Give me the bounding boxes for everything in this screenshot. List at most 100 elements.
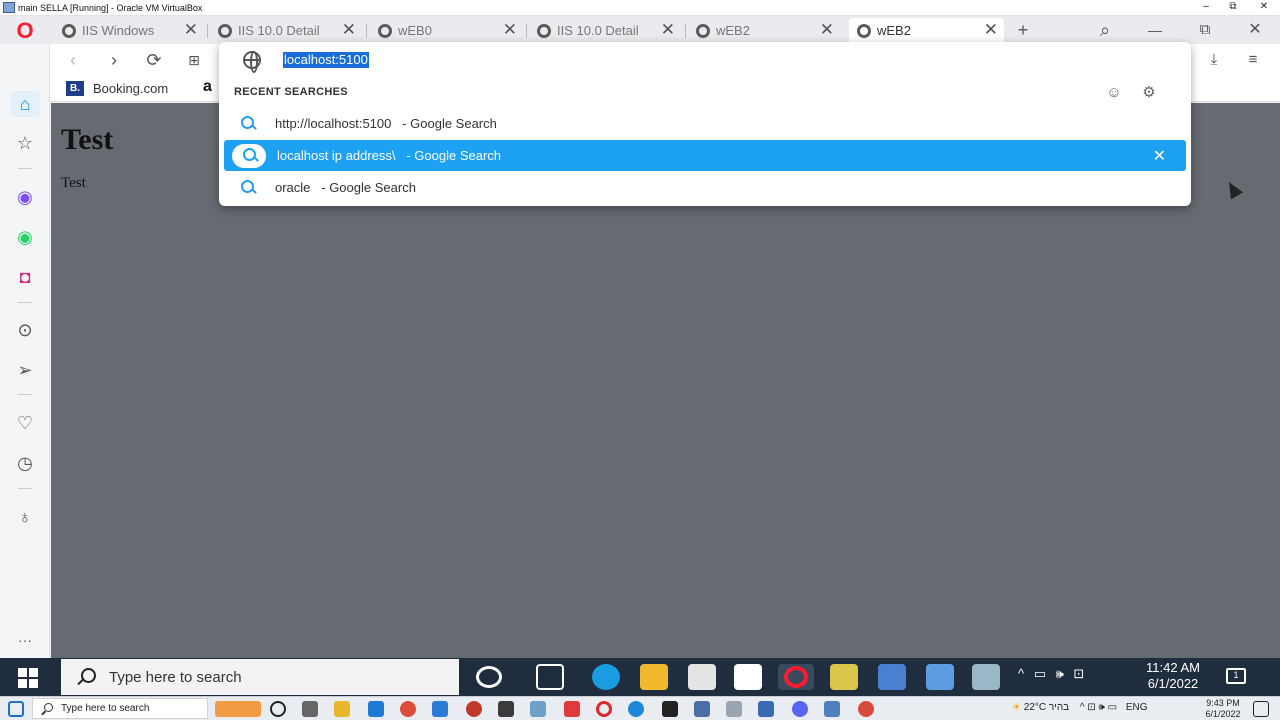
back-icon[interactable]: ‹ [61,48,85,72]
host-calculator-icon[interactable] [726,701,742,717]
host-chrome-icon[interactable] [400,701,416,717]
close-icon[interactable]: ✕ [820,20,834,40]
recent-search-item[interactable]: http://localhost:5100 - Google Search [224,108,1186,139]
task-view-icon[interactable] [536,664,564,690]
file-explorer-icon[interactable] [640,664,668,690]
host-editor-icon[interactable] [498,701,514,717]
virtualbox-icon [3,2,15,13]
easy-setup-icon[interactable]: ≡ [1241,48,1265,72]
close-icon[interactable]: ✕ [184,20,198,40]
opera-taskbar-icon[interactable] [778,664,814,690]
minimize-button[interactable]: — [1140,18,1170,42]
tab-iis-detail-1[interactable]: IIS 10.0 Detail ✕ [210,18,362,43]
restore-button[interactable]: ⧉ [1190,18,1220,42]
host-network-icon[interactable] [758,701,774,717]
instagram-icon[interactable]: ◘ [10,264,40,290]
host-banner-icon [215,701,261,717]
tab-web0[interactable]: wEB0 ✕ [370,18,523,43]
tab-grid-icon[interactable]: ⊞ [182,48,206,72]
host-app2-icon[interactable] [564,701,580,717]
download-icon[interactable]: ⤓ [1202,48,1226,72]
reload-icon[interactable]: ⟳ [142,48,166,72]
player-icon[interactable]: ⊙ [10,317,40,343]
search-icon [41,702,53,715]
new-tab-button[interactable]: + [1008,18,1038,42]
tab-web2-active[interactable]: wEB2 ✕ [849,18,1004,43]
host-window-title: main SELLA [Running] - Oracle VM Virtual… [18,2,203,13]
host-cortana-icon[interactable] [270,701,286,717]
taskbar-search-box[interactable]: Type here to search [61,659,459,695]
gear-icon[interactable]: ⚙ [1139,84,1159,102]
host-edge-icon[interactable] [628,701,644,717]
remote-desktop-icon[interactable] [926,664,954,690]
host-notification-icon[interactable] [1253,701,1269,717]
host-restore-button[interactable]: ⧉ [1219,0,1247,16]
page-text: Test [61,175,86,191]
address-input[interactable]: localhost:5100 [283,52,369,68]
speed-dial-star-icon[interactable]: ☆ [10,130,40,156]
bookmark-booking[interactable]: B. Booking.com [66,81,168,96]
send-icon[interactable]: ➢ [10,357,40,383]
host-tool-icon[interactable] [530,701,546,717]
close-icon[interactable]: ✕ [503,20,517,40]
page-heading: Test [61,123,114,156]
host-discord-icon[interactable] [792,701,808,717]
recent-search-item[interactable]: oracle - Google Search [224,172,1186,203]
emoji-icon[interactable]: ☺ [1104,84,1124,102]
tab-iis-windows[interactable]: IIS Windows ✕ [54,18,204,43]
host-folder-icon[interactable] [334,701,350,717]
host-task-view-icon[interactable] [302,701,318,717]
history-clock-icon[interactable]: ◷ [10,450,40,476]
close-window-button[interactable]: ✕ [1240,18,1270,42]
host-search-box[interactable]: Type here to search [32,698,208,719]
lightbulb-icon[interactable]: ♁ [10,504,40,530]
tab-search-icon[interactable]: ⌕ [1090,18,1120,42]
more-icon[interactable]: ··· [10,627,40,653]
search-icon [240,115,256,132]
host-start-icon[interactable] [8,701,24,717]
close-icon[interactable]: ✕ [342,20,356,40]
host-app-icon[interactable] [466,701,482,717]
windows-start-icon[interactable] [18,668,38,688]
host-box-icon[interactable] [694,701,710,717]
host-terminal-icon[interactable] [662,701,678,717]
globe-icon [537,23,551,38]
tab-web2[interactable]: wEB2 ✕ [688,18,840,43]
edge-icon[interactable] [592,664,620,690]
whatsapp-icon[interactable]: ◉ [10,224,40,250]
host-close-button[interactable]: ✕ [1250,0,1278,16]
taskbar-clock[interactable]: 11:42 AM 6/1/2022 [1132,660,1214,692]
close-icon[interactable]: ✕ [984,20,998,40]
host-minimize-button[interactable]: – [1192,0,1220,16]
host-mail-icon[interactable] [368,701,384,717]
cortana-icon[interactable] [476,666,502,688]
host-clock[interactable]: 9:43 PM 6/1/2022 [1196,698,1250,720]
recent-search-item-selected[interactable]: localhost ip address\ - Google Search ✕ [224,140,1186,171]
recent-searches-title: RECENT SEARCHES [234,86,348,98]
mail-icon[interactable] [734,664,762,690]
host-virtualbox-icon[interactable] [824,701,840,717]
system-tray[interactable]: ^ ▭ 🕪 ⊡ [1018,666,1087,682]
host-vscode-icon[interactable] [432,701,448,717]
remove-suggestion-close-icon[interactable]: ✕ [1153,146,1166,166]
opera-menu-icon[interactable]: O [13,20,37,42]
network-computers-icon[interactable] [878,664,906,690]
host-chrome2-icon[interactable] [858,701,874,717]
globe-icon [857,23,871,38]
store-icon[interactable] [688,664,716,690]
host-opera-icon[interactable] [596,701,612,717]
bookmark-amazon[interactable]: a [203,78,212,96]
host-system-tray[interactable]: ☀ 22°C בהיר ^ ⊡ 🕪 ▭ ENG [1012,702,1148,713]
tab-iis-detail-2[interactable]: IIS 10.0 Detail ✕ [529,18,681,43]
notification-icon[interactable]: 1 [1226,668,1246,684]
forward-icon[interactable]: › [102,48,126,72]
heart-icon[interactable]: ♡ [10,410,40,436]
globe-icon [696,23,710,38]
close-icon[interactable]: ✕ [661,20,675,40]
search-icon [240,179,256,196]
server-manager-icon[interactable] [972,664,1000,690]
messenger-icon[interactable]: ◉ [10,184,40,210]
booking-icon: B. [66,81,84,96]
network-tool-icon[interactable] [830,664,858,690]
home-icon[interactable]: ⌂ [10,91,40,117]
